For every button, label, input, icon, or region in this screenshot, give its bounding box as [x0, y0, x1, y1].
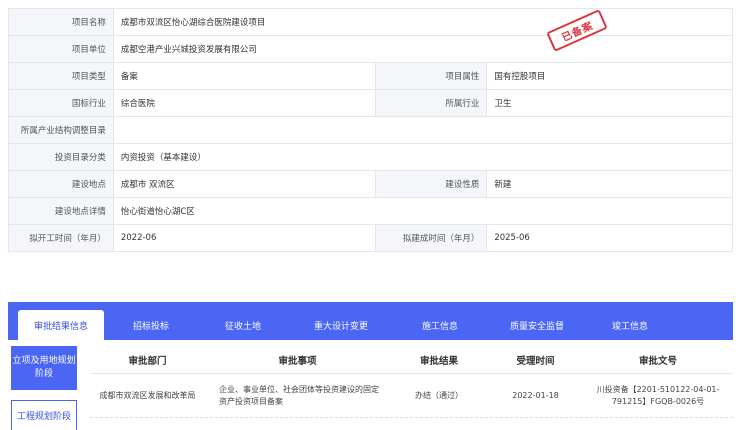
header-doc-no: 审批文号	[638, 355, 677, 367]
nature-label: 建设性质	[376, 171, 488, 197]
table-row: 成都市双流区发展和改革局 企业、事业单位、社会团体等投资建设的固定资产投资项目备…	[90, 374, 733, 418]
location-detail-value: 怡心街道怡心湖C区	[113, 198, 733, 224]
row-location: 建设地点 成都市 双流区 建设性质 新建	[9, 171, 733, 198]
approval-table-header: 审批部门 审批事项 审批结果 受理时间 审批文号	[90, 346, 733, 374]
approval-table: 审批部门 审批事项 审批结果 受理时间 审批文号 成都市双流区发展和改革局 企业…	[90, 346, 733, 418]
project-info-table: 项目名称 成都市双流区怡心湖综合医院建设项目 项目单位 成都空港产业兴城投资发展…	[8, 8, 733, 252]
project-unit-label: 项目单位	[9, 36, 114, 62]
project-type-value: 备案	[113, 63, 377, 89]
industry-label: 所属行业	[376, 90, 488, 116]
project-attr-label: 项目属性	[376, 63, 488, 89]
stage-item-engineering-planning[interactable]: 工程规划阶段	[11, 400, 77, 430]
cell-doc-no: 川投资备【2201-510122-04-01-791215】FGQB-0026号	[596, 384, 720, 406]
tab-construction[interactable]: 施工信息	[394, 310, 486, 340]
cell-result: 办结（通过）	[415, 390, 463, 400]
investment-catalog-label: 投资目录分类	[9, 144, 114, 170]
cell-item: 企业、事业单位、社会团体等投资建设的固定资产投资项目备案	[219, 384, 379, 406]
cell-department: 成都市双流区发展和改革局	[99, 390, 196, 400]
row-project-type: 项目类型 备案 项目属性 国有控股项目	[9, 63, 733, 90]
info-tab-bar: 审批结果信息 招标投标 征收土地 重大设计变更 施工信息 质量安全监督 竣工信息	[8, 302, 733, 340]
investment-catalog-value: 内资投资（基本建设）	[113, 144, 733, 170]
cell-accept-time: 2022-01-18	[512, 390, 559, 400]
tab-quality-safety[interactable]: 质量安全监督	[486, 310, 588, 340]
header-item: 审批事项	[278, 355, 317, 367]
project-attr-value: 国有控股项目	[487, 63, 733, 89]
structure-catalog-label: 所属产业结构调整目录	[9, 117, 114, 143]
location-label: 建设地点	[9, 171, 114, 197]
structure-catalog-value	[113, 117, 733, 143]
project-type-label: 项目类型	[9, 63, 114, 89]
industry-value: 卫生	[487, 90, 733, 116]
national-industry-label: 国标行业	[9, 90, 114, 116]
row-industry: 国标行业 综合医院 所属行业 卫生	[9, 90, 733, 117]
row-investment-catalog: 投资目录分类 内资投资（基本建设）	[9, 144, 733, 171]
national-industry-value: 综合医院	[113, 90, 377, 116]
end-time-label: 拟建成时间（年月）	[376, 225, 488, 251]
header-result: 审批结果	[419, 355, 458, 367]
project-name-value: 成都市双流区怡心湖综合医院建设项目	[113, 9, 733, 35]
start-time-value: 2022-06	[113, 225, 377, 251]
tab-design-change[interactable]: 重大设计变更	[288, 310, 394, 340]
header-department: 审批部门	[128, 355, 167, 367]
location-detail-label: 建设地点详情	[9, 198, 114, 224]
tab-bidding[interactable]: 招标投标	[104, 310, 198, 340]
project-unit-value: 成都空港产业兴城投资发展有限公司	[113, 36, 733, 62]
row-location-detail: 建设地点详情 怡心街道怡心湖C区	[9, 198, 733, 225]
row-structure-catalog: 所属产业结构调整目录	[9, 117, 733, 144]
tab-completion[interactable]: 竣工信息	[588, 310, 672, 340]
start-time-label: 拟开工时间（年月）	[9, 225, 114, 251]
stage-item-project-land[interactable]: 立项及用地规划阶段	[11, 346, 77, 390]
tab-approval-result[interactable]: 审批结果信息	[18, 310, 104, 340]
end-time-value: 2025-06	[487, 225, 733, 251]
project-name-label: 项目名称	[9, 9, 114, 35]
row-project-name: 项目名称 成都市双流区怡心湖综合医院建设项目	[9, 9, 733, 36]
row-project-unit: 项目单位 成都空港产业兴城投资发展有限公司	[9, 36, 733, 63]
tab-land-acquisition[interactable]: 征收土地	[198, 310, 288, 340]
header-accept-time: 受理时间	[516, 355, 555, 367]
nature-value: 新建	[487, 171, 733, 197]
location-value: 成都市 双流区	[113, 171, 377, 197]
row-timeline: 拟开工时间（年月） 2022-06 拟建成时间（年月） 2025-06	[9, 225, 733, 252]
stage-sidebar: 立项及用地规划阶段 工程规划阶段	[8, 340, 80, 430]
